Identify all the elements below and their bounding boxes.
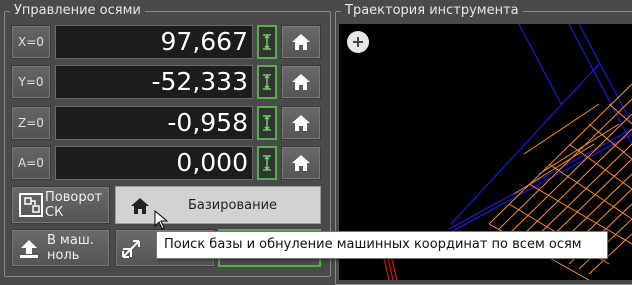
zero-x-button[interactable]: X=0 bbox=[11, 25, 51, 59]
measure-x-button[interactable] bbox=[257, 25, 277, 59]
home-icon bbox=[131, 198, 149, 214]
home-icon bbox=[292, 155, 310, 171]
home-icon bbox=[292, 115, 310, 131]
rotate-cs-button[interactable]: Поворот СК bbox=[11, 186, 110, 224]
zoom-in-icon bbox=[353, 37, 363, 47]
to-machine-zero-button[interactable]: В маш. ноль bbox=[11, 229, 110, 267]
measure-z-button[interactable] bbox=[257, 106, 277, 140]
home-z-button[interactable] bbox=[281, 106, 321, 140]
machine-zero-icon bbox=[20, 240, 38, 258]
to-machine-zero-label-line2: ноль bbox=[47, 248, 80, 263]
rotate-cs-label-line1: Поворот bbox=[45, 190, 103, 205]
trajectory-panel-title: Траектория инструмента bbox=[341, 3, 523, 19]
measure-a-button[interactable] bbox=[257, 146, 277, 180]
home-icon bbox=[292, 74, 310, 90]
rotate-cs-icon bbox=[19, 193, 43, 217]
to-machine-zero-label-line1: В маш. bbox=[47, 233, 94, 248]
measure-icon bbox=[263, 74, 271, 90]
zero-y-button[interactable]: Y=0 bbox=[11, 65, 51, 99]
y-value-field[interactable]: -52,333 bbox=[55, 65, 253, 99]
x-value-field[interactable]: 97,667 bbox=[55, 25, 253, 59]
cursor-icon bbox=[154, 210, 168, 230]
homing-button[interactable]: Базирование bbox=[115, 186, 321, 224]
measure-y-button[interactable] bbox=[257, 65, 277, 99]
homing-label: Базирование bbox=[188, 198, 278, 213]
zero-z-button[interactable]: Z=0 bbox=[11, 106, 51, 140]
move-axes-icon bbox=[122, 240, 140, 258]
measure-icon bbox=[263, 115, 271, 131]
home-y-button[interactable] bbox=[281, 65, 321, 99]
measure-icon bbox=[263, 34, 271, 50]
z-value-field[interactable]: -0,958 bbox=[55, 106, 253, 140]
zoom-in-button[interactable] bbox=[347, 31, 369, 53]
home-x-button[interactable] bbox=[281, 25, 321, 59]
a-value-field[interactable]: 0,000 bbox=[55, 146, 253, 180]
homing-tooltip: Поиск базы и обнуление машинных координа… bbox=[156, 231, 608, 259]
axes-panel-title: Управление осями bbox=[10, 3, 145, 19]
rotate-cs-label-line2: СК bbox=[45, 205, 64, 220]
measure-icon bbox=[263, 155, 271, 171]
home-a-button[interactable] bbox=[281, 146, 321, 180]
home-icon bbox=[292, 34, 310, 50]
zero-a-button[interactable]: A=0 bbox=[11, 146, 51, 180]
